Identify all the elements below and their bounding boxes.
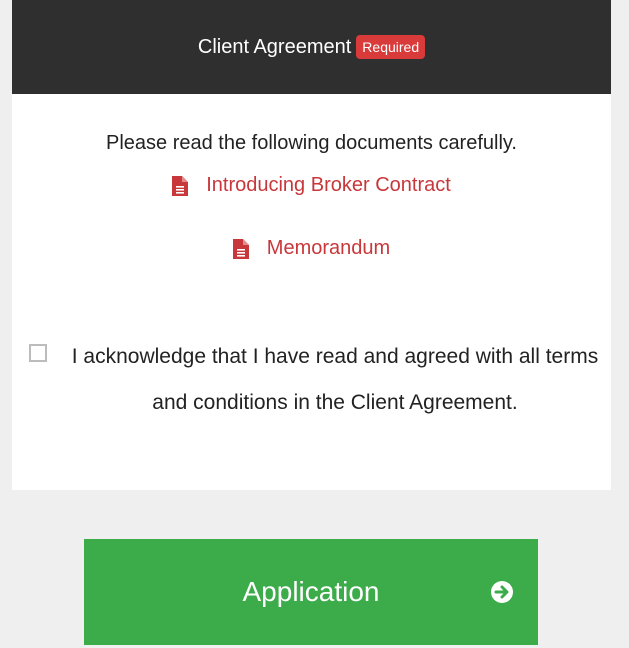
agreement-card: Client Agreement Required Please read th… (12, 0, 611, 490)
acknowledge-checkbox[interactable] (29, 344, 47, 362)
required-badge: Required (356, 35, 426, 59)
acknowledge-text: I acknowledge that I have read and agree… (71, 345, 599, 414)
intro-text: Please read the following documents care… (106, 132, 517, 154)
pdf-file-icon (172, 175, 189, 196)
arrow-circle-right-icon (491, 581, 513, 603)
application-button-label: Application (242, 576, 380, 607)
agreement-title: Client Agreement (197, 35, 352, 58)
document-link-label: Introducing Broker Contract (206, 174, 451, 196)
agreement-header: Client Agreement Required (12, 0, 611, 94)
document-link-introducing-broker-contract[interactable]: Introducing Broker Contract (12, 174, 611, 197)
application-button[interactable]: Application (84, 539, 538, 645)
document-link-label: Memorandum (266, 237, 391, 259)
pdf-file-icon (232, 238, 249, 259)
document-link-memorandum[interactable]: Memorandum (12, 237, 611, 260)
